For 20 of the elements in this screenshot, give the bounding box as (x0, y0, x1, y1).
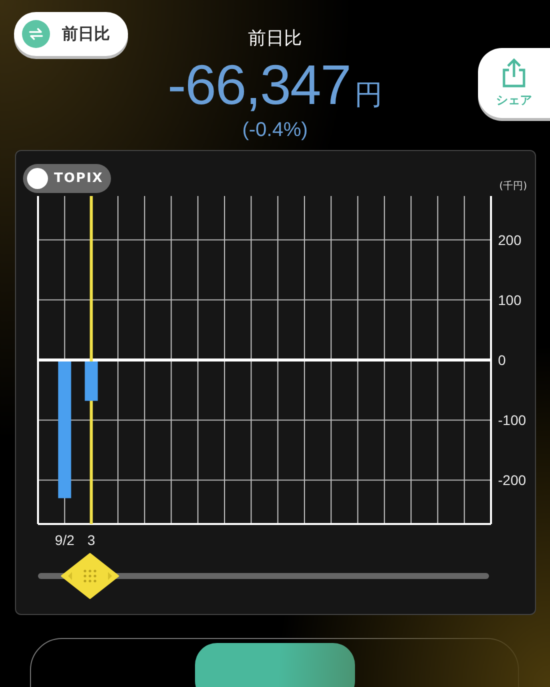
percent-change: (-0.4%) (242, 119, 308, 142)
share-icon (501, 58, 527, 88)
compare-button[interactable]: 前日比 (14, 12, 128, 56)
amount-value: -66,347 (168, 52, 350, 117)
action-button[interactable] (194, 643, 354, 687)
slider-thumb[interactable] (60, 553, 120, 599)
axis-label: 100 (498, 292, 522, 308)
axis-label: 9/2 (54, 532, 74, 548)
axis-label: 3 (87, 532, 96, 548)
swap-icon (22, 20, 50, 48)
axis-label: 200 (498, 232, 522, 248)
title: 前日比 (248, 27, 302, 50)
date-slider[interactable] (38, 553, 489, 599)
bar (84, 362, 98, 401)
axis-label: 0 (498, 352, 506, 368)
currency-unit: 円 (354, 77, 382, 113)
axis-label: -200 (498, 472, 526, 488)
axis-label: -100 (498, 412, 526, 428)
unit-label: (千円) (499, 180, 527, 193)
topix-toggle[interactable]: TOPIX (23, 164, 112, 192)
